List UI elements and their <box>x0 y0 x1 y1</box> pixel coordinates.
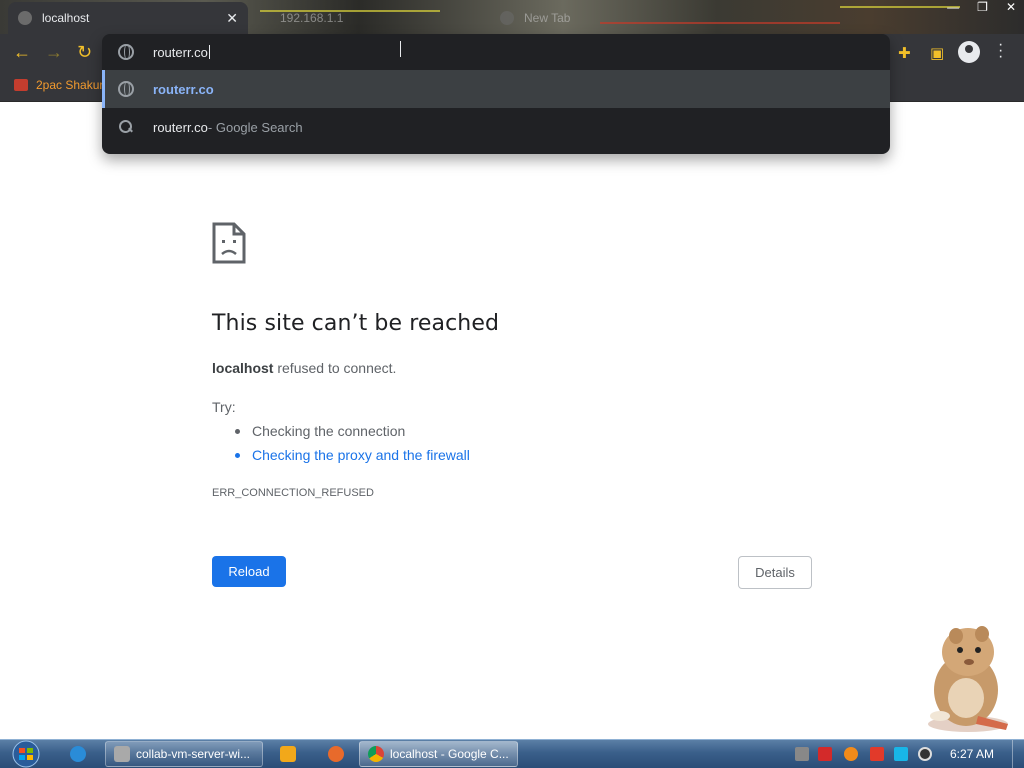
tab-new-tab[interactable]: New Tab <box>500 2 700 34</box>
tray-flag-icon[interactable] <box>870 747 884 761</box>
reload-button[interactable]: Reload <box>212 556 286 587</box>
taskbar-item-chrome[interactable]: localhost - Google C... <box>359 741 518 767</box>
error-headline: This site can’t be reached <box>212 311 500 336</box>
taskbar-item-collab-vm[interactable]: collab-vm-server-wi... <box>105 741 263 767</box>
error-message: refused to connect. <box>273 360 397 376</box>
app-icon <box>114 746 130 762</box>
reload-icon[interactable]: ↻ <box>77 42 92 63</box>
tray-search-icon[interactable] <box>844 747 858 761</box>
proxy-firewall-link[interactable]: Checking the proxy and the firewall <box>235 445 470 469</box>
hamster-mascot-image <box>928 626 1008 732</box>
error-page: This site can’t be reached localhost ref… <box>0 103 1024 739</box>
window-controls: — ❐ ✕ <box>947 0 1016 14</box>
restore-icon[interactable]: ❐ <box>977 0 988 14</box>
side-panel-icon[interactable]: ▣ <box>930 44 944 62</box>
back-arrow-icon[interactable]: ← <box>13 42 31 63</box>
address-input[interactable]: routerr.co <box>153 45 208 60</box>
app-icon <box>328 746 344 762</box>
suggestion-item: Checking the connection <box>235 421 470 445</box>
address-bar[interactable]: routerr.co <box>102 34 890 70</box>
globe-icon <box>118 81 134 97</box>
tray-volume-icon[interactable] <box>918 747 932 761</box>
text-caret <box>208 45 210 59</box>
globe-icon <box>118 44 134 60</box>
suggestion-list: Checking the connection Checking the pro… <box>235 421 470 469</box>
close-window-icon[interactable]: ✕ <box>1006 0 1016 14</box>
minimize-icon[interactable]: — <box>947 0 959 14</box>
bookmark-favicon-icon <box>14 79 28 91</box>
show-desktop-button[interactable] <box>1012 740 1024 768</box>
error-code: ERR_CONNECTION_REFUSED <box>212 487 374 499</box>
profile-avatar-icon[interactable] <box>958 41 980 63</box>
sad-document-icon <box>212 222 246 264</box>
taskbar-item-label: localhost - Google C... <box>390 747 509 761</box>
chrome-icon <box>368 746 384 762</box>
media-icon <box>280 746 296 762</box>
tab-favicon-icon <box>18 11 32 25</box>
media-player-icon[interactable] <box>280 741 302 767</box>
extensions-puzzle-icon[interactable]: ✚ <box>898 44 911 62</box>
windows-start-icon[interactable] <box>8 740 44 768</box>
tab-title: 192.168.1.1 <box>280 11 344 25</box>
taskbar-clock[interactable]: 6:27 AM <box>950 747 994 761</box>
mouse-ibeam-cursor <box>400 41 406 57</box>
app-launcher-icon[interactable] <box>328 741 350 767</box>
menu-kebab-icon[interactable]: · · · <box>998 37 1003 65</box>
tab-router[interactable]: 192.168.1.1 <box>280 2 480 34</box>
ie-icon <box>70 746 86 762</box>
tray-network-icon[interactable] <box>795 747 809 761</box>
tab-localhost[interactable]: localhost ✕ <box>8 2 248 34</box>
error-description: localhost refused to connect. <box>212 360 396 376</box>
tray-antivirus-icon[interactable] <box>818 747 832 761</box>
tab-title: New Tab <box>524 11 571 25</box>
title-bar: localhost ✕ 192.168.1.1 New Tab — ❐ ✕ <box>0 0 1024 34</box>
taskbar-item-label: collab-vm-server-wi... <box>136 747 251 761</box>
windows-taskbar: collab-vm-server-wi... localhost - Googl… <box>0 739 1024 768</box>
suggestion-text: routerr.co <box>153 81 214 97</box>
forward-arrow-icon[interactable]: → <box>45 42 63 63</box>
wallpaper-streak <box>840 6 960 8</box>
tray-display-icon[interactable] <box>894 747 908 761</box>
tab-title: localhost <box>42 11 90 25</box>
chrome-icon <box>500 11 514 25</box>
error-host: localhost <box>212 360 274 376</box>
bookmark-label: 2pac Shakur <box>36 78 104 92</box>
try-label: Try: <box>212 399 236 415</box>
details-button[interactable]: Details <box>738 556 812 589</box>
tab-close-icon[interactable]: ✕ <box>226 10 238 27</box>
internet-explorer-icon[interactable] <box>70 741 92 767</box>
bookmark-item[interactable]: 2pac Shakur <box>14 78 103 92</box>
